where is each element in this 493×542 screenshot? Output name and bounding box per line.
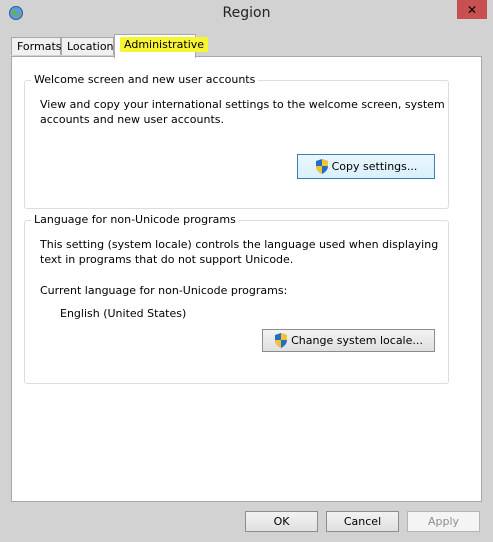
copy-settings-label: Copy settings...	[331, 160, 418, 173]
copy-settings-button[interactable]: Copy settings...	[297, 154, 435, 179]
welcome-screen-group: Welcome screen and new user accounts Vie…	[24, 73, 449, 209]
close-button[interactable]: ✕	[457, 0, 487, 19]
tab-location[interactable]: Location	[61, 37, 114, 55]
welcome-description-line2: accounts and new user accounts.	[40, 113, 225, 126]
non-unicode-description-line1: This setting (system locale) controls th…	[40, 238, 439, 251]
tab-panel-administrative: Welcome screen and new user accounts Vie…	[11, 56, 482, 502]
current-language-label: Current language for non-Unicode program…	[40, 284, 288, 297]
tab-administrative[interactable]: Administrative	[114, 34, 209, 58]
uac-shield-icon	[315, 159, 328, 174]
non-unicode-group-title: Language for non-Unicode programs	[31, 213, 239, 226]
current-language-value: English (United States)	[60, 307, 187, 320]
cancel-label: Cancel	[343, 515, 382, 528]
tab-administrative-label: Administrative	[120, 37, 209, 52]
close-icon: ✕	[466, 2, 478, 17]
region-dialog: Region ✕ Formats Location Administrative…	[0, 0, 493, 542]
apply-label: Apply	[427, 515, 460, 528]
non-unicode-group: Language for non-Unicode programs This s…	[24, 213, 449, 384]
window-title: Region	[222, 5, 271, 21]
change-system-locale-button[interactable]: Change system locale...	[262, 329, 435, 352]
ok-button[interactable]: OK	[245, 511, 318, 532]
uac-shield-icon	[275, 333, 288, 348]
title-bar[interactable]: Region ✕	[0, 0, 493, 28]
ok-label: OK	[273, 515, 290, 528]
non-unicode-description-line2: text in programs that do not support Uni…	[40, 253, 294, 266]
apply-button[interactable]: Apply	[407, 511, 480, 532]
tab-formats[interactable]: Formats	[11, 37, 62, 55]
welcome-description-line1: View and copy your international setting…	[40, 98, 445, 111]
cancel-button[interactable]: Cancel	[326, 511, 399, 532]
welcome-group-title: Welcome screen and new user accounts	[31, 73, 259, 86]
tab-location-label: Location	[67, 40, 114, 53]
tab-formats-label: Formats	[17, 40, 62, 53]
change-system-locale-label: Change system locale...	[291, 334, 423, 347]
